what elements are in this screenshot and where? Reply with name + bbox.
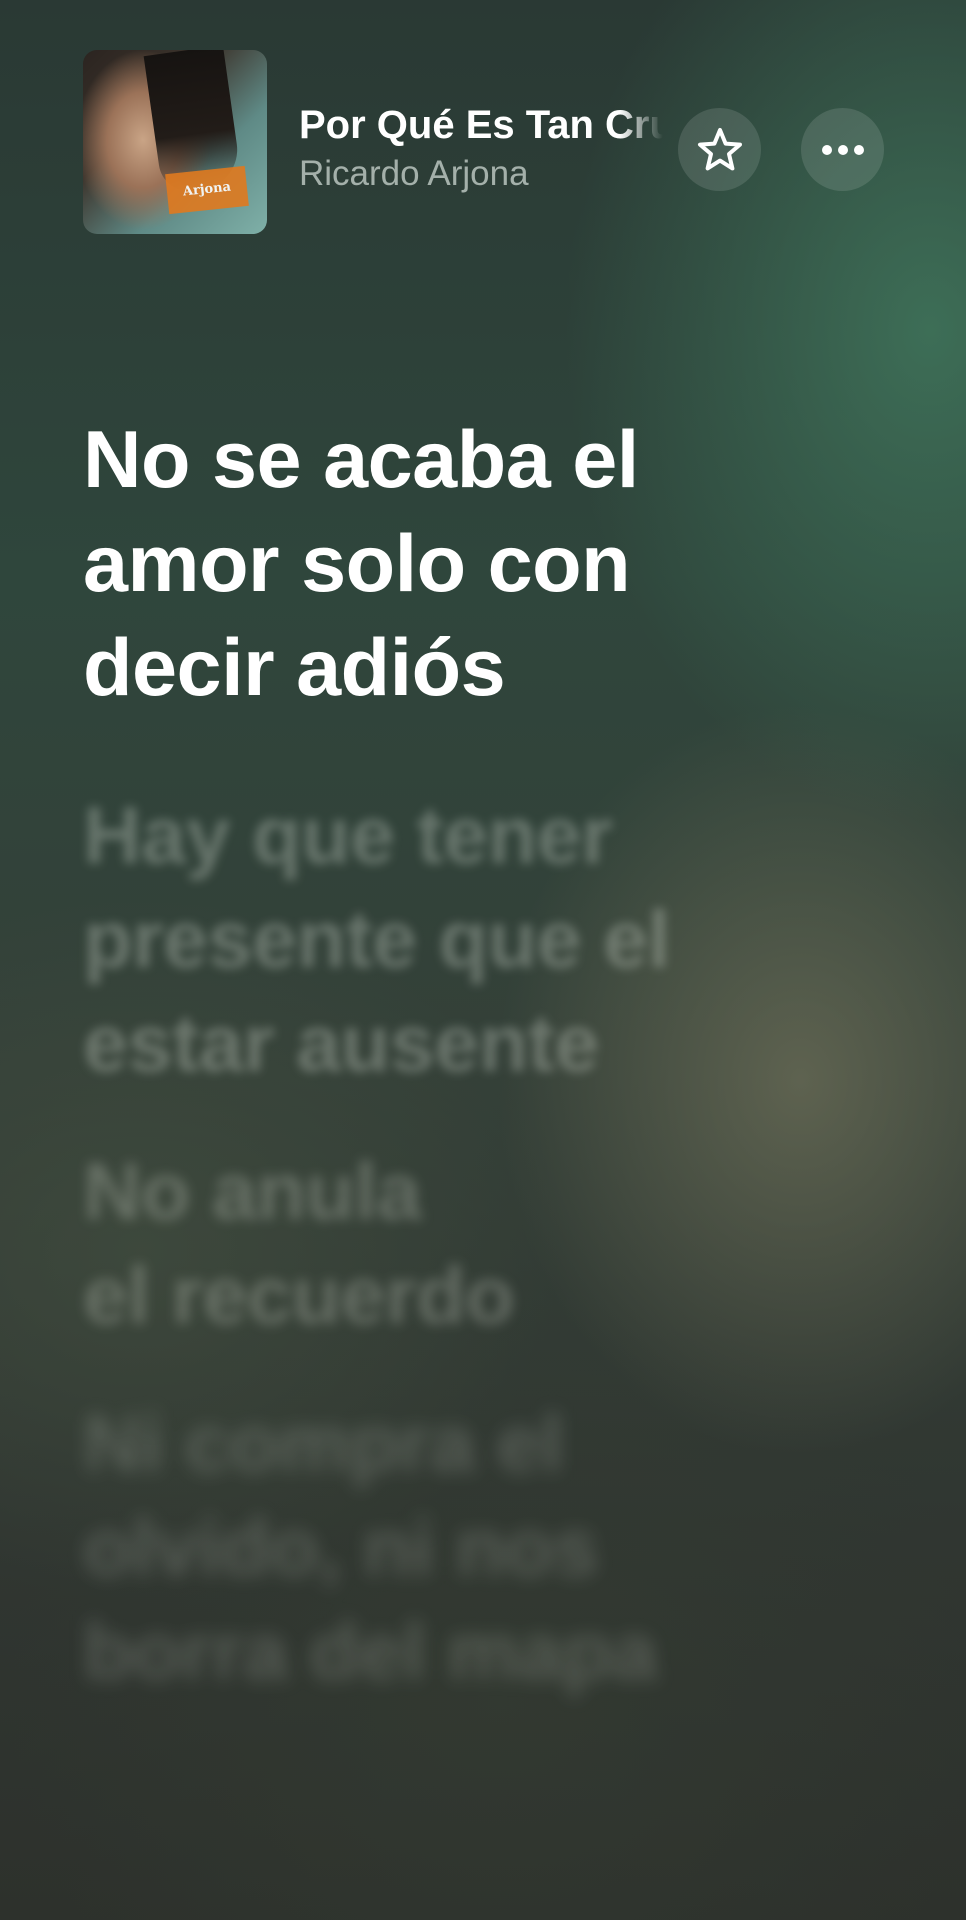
album-artwork[interactable]: Arjona [83, 50, 267, 234]
now-playing-header: Arjona Por Qué Es Tan Cruel el Amor Rica… [0, 0, 966, 250]
star-icon [697, 127, 742, 170]
song-title[interactable]: Por Qué Es Tan Cruel el Amor [299, 102, 663, 148]
album-artwork-label: Arjona [165, 165, 249, 215]
lyrics-view[interactable]: No se acaba el amor solo con decir adiós… [83, 408, 883, 1704]
lyric-line-upcoming[interactable]: No anula el recuerdo [83, 1140, 883, 1348]
favorite-button[interactable] [678, 108, 761, 191]
lyric-line-active[interactable]: No se acaba el amor solo con decir adiós [83, 408, 883, 720]
artist-name[interactable]: Ricardo Arjona [299, 154, 529, 194]
ellipsis-icon [821, 144, 864, 155]
lyric-line-upcoming[interactable]: Hay que tener presente que el estar ause… [83, 784, 883, 1096]
lyric-line-upcoming[interactable]: Ni compra el olvido, ni nos borra del ma… [83, 1392, 883, 1704]
more-options-button[interactable] [801, 108, 884, 191]
